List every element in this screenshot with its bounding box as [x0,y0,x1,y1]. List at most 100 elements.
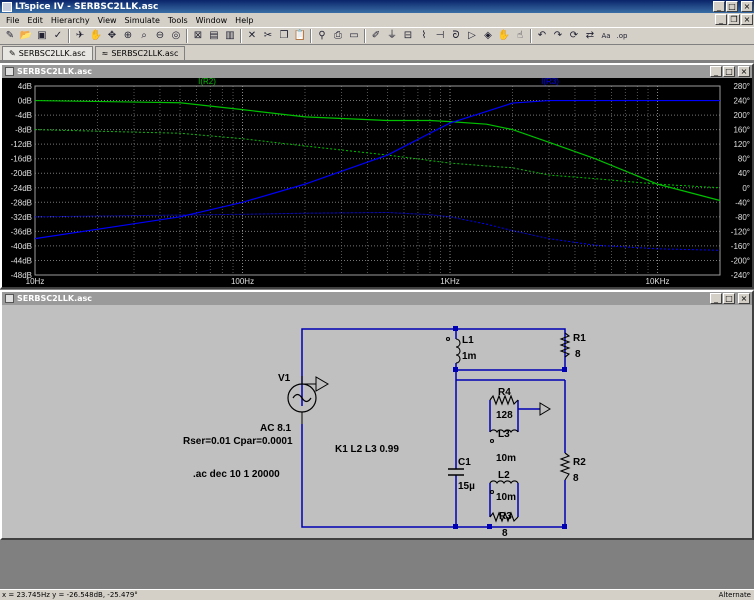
spice-directive-ac[interactable]: .ac dec 10 1 20000 [193,469,280,480]
label-ac-value[interactable]: AC 8.1 [260,423,292,434]
rotate-icon[interactable]: ⟳ [567,29,581,43]
label-l1-value[interactable]: 1m [462,351,477,362]
print-icon[interactable]: ⎙ [331,29,345,43]
waveform-close-button[interactable]: × [738,66,750,77]
label-r2[interactable]: R2 [573,457,586,468]
status-mode: Alternate [718,591,751,599]
tab-schematic[interactable]: ✎ SERBSC2LLK.asc [2,46,93,60]
cut-icon[interactable]: ✂ [261,29,275,43]
text-icon[interactable]: Aa [599,29,613,43]
resistor-r2[interactable] [559,452,571,481]
label-c1-value[interactable]: 15µ [458,481,475,492]
label-v1[interactable]: V1 [278,373,291,384]
schematic-maximize-button[interactable]: □ [723,293,735,304]
menu-view[interactable]: View [94,16,121,25]
menu-window[interactable]: Window [192,16,232,25]
ltspice-app-icon[interactable] [2,1,12,12]
menu-file[interactable]: File [2,16,23,25]
control-panel-icon[interactable]: ✓ [51,29,65,43]
component-icon[interactable]: ◈ [481,29,495,43]
circuit-schematic[interactable]: V1 AC 8.1 Rser=0.01 Cpar=0.0001 .ac dec … [2,305,752,539]
new-schematic-icon[interactable]: ✎ [3,29,17,43]
label-r3[interactable]: R3 [499,511,512,522]
drag-icon[interactable]: ☝ [513,29,527,43]
tab-schematic-label: SERBSC2LLK.asc [18,49,86,58]
spice-directive-icon[interactable]: .op [615,29,629,43]
main-toolbar: ✎ 📂 ▣ ✓ ✈ ✋ ✥ ⊕ ⌕ ⊖ ◎ ⊠ ▤ ▥ ✕ ✂ ❐ 📋 ⚲ ⎙ ▭ ✐ ⏚ ⊟ ⌇ ⊣ ᘐ ▷ ◈ ✋ ☝ ↶ ↷ ⟳ ⇄ Aa .op [0,27,754,45]
zoom-out-icon[interactable]: ⊖ [153,29,167,43]
find-icon[interactable]: ⚲ [315,29,329,43]
label-r4-value[interactable]: 128 [496,410,513,421]
inductor-l1[interactable] [445,336,461,364]
spice-directive-coupling[interactable]: K1 L2 L3 0.99 [335,444,399,455]
mdi-close-button[interactable]: × [741,14,753,25]
save-icon[interactable]: ▣ [35,29,49,43]
mirror-icon[interactable]: ⇄ [583,29,597,43]
waveform-minimize-button[interactable]: _ [710,66,722,77]
y-tick-label-right: 240° [733,97,750,106]
schematic-minimize-button[interactable]: _ [710,293,722,304]
label-r1-value[interactable]: 8 [575,349,581,360]
label-icon[interactable]: ⊟ [401,29,415,43]
label-l3-value[interactable]: 10m [496,453,516,464]
paste-icon[interactable]: 📋 [293,29,307,43]
label-r3-value[interactable]: 8 [502,528,508,539]
print-setup-icon[interactable]: ▭ [347,29,361,43]
mdi-minimize-button[interactable]: _ [715,14,727,25]
wire-icon[interactable]: ✐ [369,29,383,43]
inductor-icon[interactable]: ᘐ [449,29,463,43]
redo-icon[interactable]: ↷ [551,29,565,43]
undo-icon[interactable]: ↶ [535,29,549,43]
label-l2-value[interactable]: 10m [496,492,516,503]
zoom-area-icon[interactable]: ⌕ [137,29,151,43]
capacitor-c1[interactable] [448,468,464,476]
close-window-icon[interactable]: ✕ [245,29,259,43]
label-l3[interactable]: L3 [498,429,510,440]
mdi-restore-button[interactable]: ❐ [728,14,740,25]
label-r4[interactable]: R4 [498,387,511,398]
zoom-in-icon[interactable]: ⊕ [121,29,135,43]
trace-label-ir2[interactable]: I(R2) [198,77,216,86]
tile-horizontal-icon[interactable]: ▤ [207,29,221,43]
halt-icon[interactable]: ✋ [89,29,103,43]
autorange-icon[interactable]: ⊠ [191,29,205,43]
ground-icon[interactable]: ⏚ [385,29,399,43]
wire-source-bottom[interactable] [301,424,566,528]
move-icon[interactable]: ✋ [497,29,511,43]
waveform-plot-pane[interactable]: 4dB 0dB -4dB -8dB -12dB -16dB -20dB -24dB -28dB -… [2,77,752,287]
y-tick-label-right: 120° [733,140,750,149]
menu-help[interactable]: Help [231,16,257,25]
diode-icon[interactable]: ▷ [465,29,479,43]
waveform-maximize-button[interactable]: □ [723,66,735,77]
label-source-params[interactable]: Rser=0.01 Cpar=0.0001 [183,436,293,447]
schematic-close-button[interactable]: × [738,293,750,304]
trace-label-ir3[interactable]: I(R3) [541,77,559,86]
menu-simulate[interactable]: Simulate [121,16,164,25]
label-r2-value[interactable]: 8 [573,473,579,484]
trace-magnitude-ir3[interactable] [34,99,720,240]
menu-hierarchy[interactable]: Hierarchy [47,16,94,25]
label-l1[interactable]: L1 [462,335,474,346]
menu-edit[interactable]: Edit [23,16,47,25]
copy-icon[interactable]: ❐ [277,29,291,43]
minimize-button[interactable]: _ [713,1,725,12]
label-r1[interactable]: R1 [573,333,586,344]
label-l2[interactable]: L2 [498,470,510,481]
resistor-icon[interactable]: ⌇ [417,29,431,43]
tile-vertical-icon[interactable]: ▥ [223,29,237,43]
label-c1[interactable]: C1 [458,457,471,468]
zoom-fit-icon[interactable]: ◎ [169,29,183,43]
y-tick-label-left: -24dB [11,184,32,193]
open-icon[interactable]: 📂 [19,29,33,43]
wire-top[interactable] [301,328,566,391]
capacitor-icon[interactable]: ⊣ [433,29,447,43]
run-icon[interactable]: ✈ [73,29,87,43]
menu-tools[interactable]: Tools [164,16,192,25]
maximize-button[interactable]: □ [726,1,738,12]
pan-icon[interactable]: ✥ [105,29,119,43]
tab-waveform[interactable]: ≈ SERBSC2LLK.asc [94,46,186,60]
close-button[interactable]: × [741,1,753,12]
schematic-canvas[interactable]: V1 AC 8.1 Rser=0.01 Cpar=0.0001 .ac dec … [2,305,752,539]
bode-plot[interactable]: 4dB 0dB -4dB -8dB -12dB -16dB -20dB -24dB -28dB -… [2,77,752,287]
schematic-window-title-bar: SERBSC2LLK.asc [2,292,752,305]
